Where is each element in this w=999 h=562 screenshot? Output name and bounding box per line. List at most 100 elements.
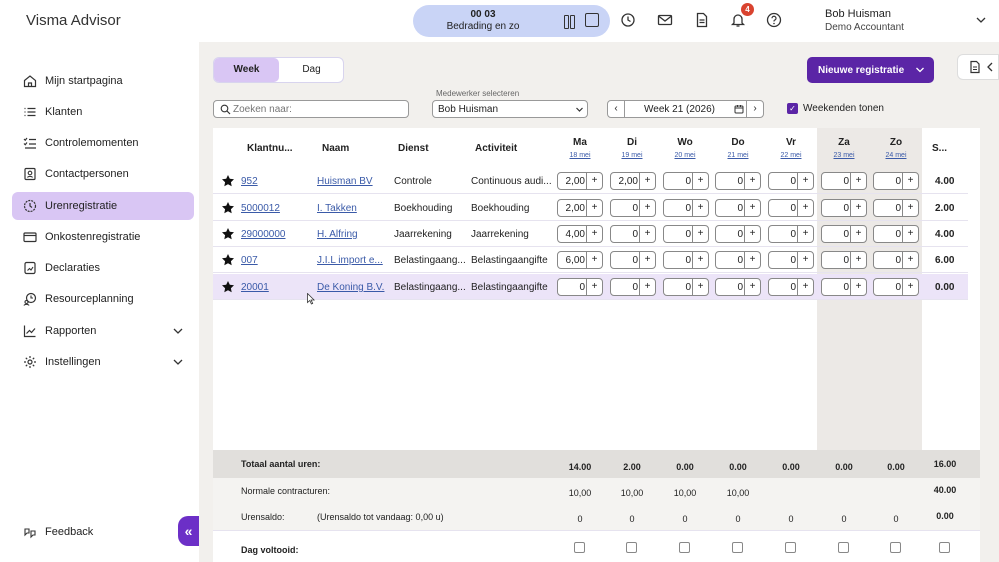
hours-stepper[interactable]: 0 + xyxy=(663,251,709,269)
help-icon[interactable] xyxy=(766,12,782,28)
hours-value[interactable]: 0 xyxy=(790,229,796,240)
sidebar-item-mijn-startpagina[interactable]: Mijn startpagina xyxy=(12,67,194,95)
hours-value[interactable]: 0 xyxy=(895,176,901,187)
calendar-icon[interactable] xyxy=(734,104,744,114)
tab-week[interactable]: Week xyxy=(214,58,279,82)
chevron-down-icon[interactable] xyxy=(975,14,987,26)
table-row[interactable]: 5000012 I. Takken Boekhouding Boekhouding 2,… xyxy=(213,195,968,221)
hours-stepper[interactable]: 0 + xyxy=(663,278,709,296)
client-number-link[interactable]: 20001 xyxy=(241,282,305,293)
search-input[interactable] xyxy=(233,102,403,116)
chevron-down-icon[interactable] xyxy=(172,357,184,367)
week-value[interactable]: Week 21 (2026) xyxy=(644,104,715,115)
increment-button[interactable]: + xyxy=(902,200,918,216)
increment-button[interactable]: + xyxy=(692,173,708,189)
increment-button[interactable]: + xyxy=(744,226,760,242)
day-complete-checkbox[interactable] xyxy=(679,542,690,553)
next-week-button[interactable]: › xyxy=(746,101,763,117)
increment-button[interactable]: + xyxy=(639,252,655,268)
increment-button[interactable]: + xyxy=(692,226,708,242)
increment-button[interactable]: + xyxy=(850,173,866,189)
increment-button[interactable]: + xyxy=(850,226,866,242)
increment-button[interactable]: + xyxy=(639,279,655,295)
search-field[interactable] xyxy=(213,100,409,118)
header-activity[interactable]: Activiteit xyxy=(475,143,517,154)
collapse-sidebar-button[interactable]: « xyxy=(178,516,199,546)
previous-week-button[interactable]: ‹ xyxy=(608,101,625,117)
sidebar-item-declaraties[interactable]: Declaraties xyxy=(12,254,194,282)
hours-value[interactable]: 0 xyxy=(737,203,743,214)
increment-button[interactable]: + xyxy=(692,279,708,295)
hours-value[interactable]: 0 xyxy=(737,229,743,240)
hours-value[interactable]: 0 xyxy=(843,229,849,240)
increment-button[interactable]: + xyxy=(744,173,760,189)
increment-button[interactable]: + xyxy=(797,279,813,295)
increment-button[interactable]: + xyxy=(586,252,602,268)
hours-value[interactable]: 0 xyxy=(685,176,691,187)
hours-value[interactable]: 0 xyxy=(737,176,743,187)
day-complete-checkbox[interactable] xyxy=(890,542,901,553)
hours-value[interactable]: 0 xyxy=(895,229,901,240)
hours-stepper[interactable]: 0 + xyxy=(873,199,919,217)
star-icon[interactable] xyxy=(221,174,235,188)
sidebar-item-controlemomenten[interactable]: Controlemomenten xyxy=(12,129,194,157)
feedback-link[interactable]: Feedback xyxy=(12,518,194,546)
header-service[interactable]: Dienst xyxy=(398,143,429,154)
hours-stepper[interactable]: 2,00 + xyxy=(557,199,603,217)
increment-button[interactable]: + xyxy=(744,252,760,268)
increment-button[interactable]: + xyxy=(902,279,918,295)
hours-value[interactable]: 0 xyxy=(632,282,638,293)
header-client[interactable]: Klantnu... xyxy=(247,143,293,154)
hours-value[interactable]: 0 xyxy=(790,203,796,214)
hours-stepper[interactable]: 0 + xyxy=(768,251,814,269)
hours-value[interactable]: 0 xyxy=(895,282,901,293)
hours-stepper[interactable]: 0 + xyxy=(663,225,709,243)
day-complete-checkbox[interactable] xyxy=(785,542,796,553)
client-number-link[interactable]: 007 xyxy=(241,255,305,266)
star-icon[interactable] xyxy=(221,201,235,215)
day-date-link[interactable]: 24 mei xyxy=(870,152,922,159)
day-date-link[interactable]: 20 mei xyxy=(659,152,711,159)
increment-button[interactable]: + xyxy=(850,279,866,295)
hours-value[interactable]: 0 xyxy=(843,282,849,293)
client-number-link[interactable]: 952 xyxy=(241,176,305,187)
increment-button[interactable]: + xyxy=(902,226,918,242)
increment-button[interactable]: + xyxy=(586,173,602,189)
hours-stepper[interactable]: 0 + xyxy=(715,225,761,243)
hours-stepper[interactable]: 0 + xyxy=(557,278,603,296)
hours-value[interactable]: 0 xyxy=(790,282,796,293)
hours-stepper[interactable]: 0 + xyxy=(768,278,814,296)
increment-button[interactable]: + xyxy=(692,252,708,268)
day-complete-checkbox[interactable] xyxy=(626,542,637,553)
increment-button[interactable]: + xyxy=(797,252,813,268)
client-number-link[interactable]: 5000012 xyxy=(241,203,305,214)
history-icon[interactable] xyxy=(620,12,636,28)
hours-stepper[interactable]: 0 + xyxy=(821,172,867,190)
hours-stepper[interactable]: 0 + xyxy=(768,199,814,217)
hours-stepper[interactable]: 4,00 + xyxy=(557,225,603,243)
hours-stepper[interactable]: 6,00 + xyxy=(557,251,603,269)
table-row[interactable]: 952 Huisman BV Controle Continuous audi... 2… xyxy=(213,168,968,194)
document-icon[interactable] xyxy=(694,12,710,28)
client-name-link[interactable]: H. Alfring xyxy=(317,229,385,240)
client-number-link[interactable]: 29000000 xyxy=(241,229,305,240)
hours-value[interactable]: 0 xyxy=(632,255,638,266)
increment-button[interactable]: + xyxy=(797,226,813,242)
hours-stepper[interactable]: 0 + xyxy=(873,172,919,190)
hours-value[interactable]: 2,00 xyxy=(619,176,638,187)
increment-button[interactable]: + xyxy=(639,173,655,189)
hours-stepper[interactable]: 0 + xyxy=(663,199,709,217)
hours-value[interactable]: 0 xyxy=(790,176,796,187)
increment-button[interactable]: + xyxy=(850,252,866,268)
increment-button[interactable]: + xyxy=(744,279,760,295)
hours-stepper[interactable]: 0 + xyxy=(768,225,814,243)
chevron-down-icon[interactable] xyxy=(915,65,925,75)
table-row[interactable]: 29000000 H. Alfring Jaarrekening Jaarrekeni… xyxy=(213,221,968,247)
increment-button[interactable]: + xyxy=(850,200,866,216)
hours-stepper[interactable]: 0 + xyxy=(610,199,656,217)
sidebar-item-contactpersonen[interactable]: Contactpersonen xyxy=(12,160,194,188)
hours-value[interactable]: 2,00 xyxy=(566,176,585,187)
hours-value[interactable]: 0 xyxy=(895,255,901,266)
hours-stepper[interactable]: 0 + xyxy=(873,278,919,296)
hours-value[interactable]: 0 xyxy=(843,176,849,187)
